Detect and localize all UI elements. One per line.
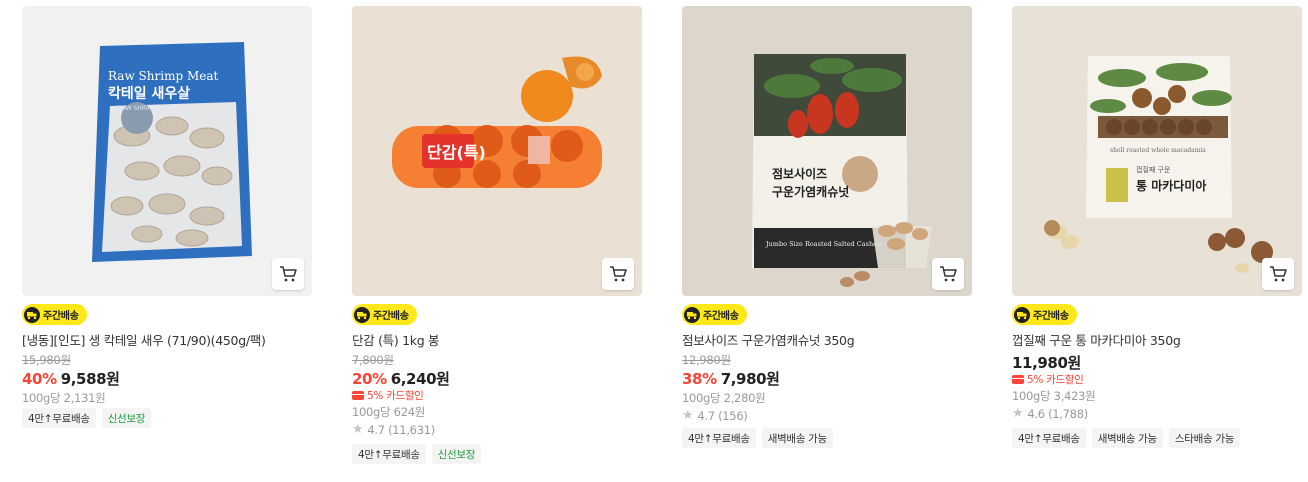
star-icon: ★ bbox=[352, 422, 364, 437]
tag-free-shipping: 4만↑무료배송 bbox=[1012, 428, 1086, 448]
discount-rate: 40% bbox=[22, 370, 57, 388]
truck-icon bbox=[1014, 306, 1030, 323]
product-image[interactable]: 점보사이즈 구운가염캐슈넛 Jumbo Size Roasted Salted … bbox=[682, 6, 972, 296]
badge-label: 주간배송 bbox=[373, 311, 409, 322]
svg-text:RAW SHRIMP 100%: RAW SHRIMP 100% bbox=[118, 105, 176, 112]
tag-list: 4만↑무료배송 신선보장 bbox=[352, 444, 482, 464]
card-discount-label: 5% 카드할인 bbox=[1027, 374, 1084, 386]
product-card-macadamia[interactable]: shell roasted whole macadamia 껍질째 구운 통 마… bbox=[1012, 6, 1302, 448]
rating-value: 4.7 (156) bbox=[697, 408, 748, 423]
weekly-delivery-badge: 주간배송 bbox=[352, 304, 417, 325]
original-price: 15,980원 bbox=[22, 353, 71, 367]
discount-rate: 20% bbox=[352, 370, 387, 388]
product-image[interactable]: 단감(특) bbox=[352, 6, 642, 296]
card-icon bbox=[1012, 375, 1024, 384]
product-card-cashew[interactable]: 점보사이즈 구운가염캐슈넛 Jumbo Size Roasted Salted … bbox=[682, 6, 972, 448]
cart-icon bbox=[610, 266, 627, 282]
price-row: 40% 9,588원 bbox=[22, 368, 120, 389]
macadamia-package-image: shell roasted whole macadamia 껍질째 구운 통 마… bbox=[1012, 6, 1302, 296]
shrimp-package-image: Raw Shrimp Meat 칵테일 새우살 RAW SHRIMP 100% bbox=[22, 6, 312, 296]
badge-label: 주간배송 bbox=[43, 311, 79, 322]
tag-list: 4만↑무료배송 새벽배송 가능 스타배송 가능 bbox=[1012, 428, 1241, 448]
svg-text:Jumbo Size Roasted Salted Cash: Jumbo Size Roasted Salted Cashew bbox=[765, 240, 883, 248]
tag-dawn-delivery: 새벽배송 가능 bbox=[1091, 428, 1163, 448]
add-to-cart-button[interactable] bbox=[272, 258, 304, 290]
weekly-delivery-badge: 주간배송 bbox=[1012, 304, 1077, 325]
svg-text:단감(특): 단감(특) bbox=[427, 143, 486, 162]
svg-text:통 마카다미아: 통 마카다미아 bbox=[1136, 178, 1206, 193]
badge-label: 주간배송 bbox=[703, 311, 739, 322]
product-name[interactable]: 단감 (특) 1kg 봉 bbox=[352, 330, 440, 349]
product-card-persimmon[interactable]: 단감(특) 주간배송 단감 (특) 1kg 봉 7,800원 20% 6,240원… bbox=[352, 6, 642, 464]
sale-price: 6,240원 bbox=[390, 370, 450, 388]
sale-price: 9,588원 bbox=[60, 370, 120, 388]
cart-icon bbox=[280, 266, 297, 282]
unit-price: 100g당 2,131원 bbox=[22, 391, 106, 405]
rating: ★ 4.7 (11,631) bbox=[352, 422, 435, 437]
star-icon: ★ bbox=[682, 408, 694, 423]
tag-star-delivery: 스타배송 가능 bbox=[1168, 428, 1241, 448]
rating: ★ 4.6 (1,788) bbox=[1012, 406, 1088, 421]
product-image[interactable]: shell roasted whole macadamia 껍질째 구운 통 마… bbox=[1012, 6, 1302, 296]
rating: ★ 4.7 (156) bbox=[682, 408, 748, 423]
card-icon bbox=[352, 391, 364, 400]
svg-text:점보사이즈: 점보사이즈 bbox=[772, 166, 827, 181]
cart-icon bbox=[940, 266, 957, 282]
weekly-delivery-badge: 주간배송 bbox=[22, 304, 87, 325]
original-price: 12,980원 bbox=[682, 353, 731, 367]
tag-fresh-guarantee: 신선보장 bbox=[101, 408, 152, 428]
tag-fresh-guarantee: 신선보장 bbox=[431, 444, 482, 464]
product-image[interactable]: Raw Shrimp Meat 칵테일 새우살 RAW SHRIMP 100% bbox=[22, 6, 312, 296]
add-to-cart-button[interactable] bbox=[932, 258, 964, 290]
card-discount: 5% 카드할인 bbox=[352, 388, 424, 403]
tag-free-shipping: 4만↑무료배송 bbox=[682, 428, 756, 448]
persimmon-image: 단감(특) bbox=[352, 6, 642, 296]
truck-icon bbox=[24, 306, 40, 323]
rating-value: 4.7 (11,631) bbox=[367, 422, 435, 437]
unit-price: 100g당 2,280원 bbox=[682, 391, 766, 405]
unit-price: 100g당 624원 bbox=[352, 405, 426, 419]
product-name[interactable]: 점보사이즈 구운가염캐슈넛 350g bbox=[682, 330, 855, 349]
product-name[interactable]: [냉동][인도] 생 칵테일 새우 (71/90)(450g/팩) bbox=[22, 330, 266, 349]
unit-price: 100g당 3,423원 bbox=[1012, 389, 1096, 403]
svg-text:shell roasted whole macadamia: shell roasted whole macadamia bbox=[1110, 147, 1206, 154]
add-to-cart-button[interactable] bbox=[1262, 258, 1294, 290]
product-name[interactable]: 껍질째 구운 통 마카다미아 350g bbox=[1012, 330, 1181, 349]
truck-icon bbox=[684, 306, 700, 323]
original-price: 7,800원 bbox=[352, 353, 394, 367]
card-discount-label: 5% 카드할인 bbox=[367, 390, 424, 402]
sale-price: 7,980원 bbox=[720, 370, 780, 388]
product-card-shrimp[interactable]: Raw Shrimp Meat 칵테일 새우살 RAW SHRIMP 100% … bbox=[22, 6, 312, 428]
svg-text:껍질째 구운: 껍질째 구운 bbox=[1136, 166, 1171, 174]
card-discount: 5% 카드할인 bbox=[1012, 372, 1084, 387]
cart-icon bbox=[1270, 266, 1287, 282]
weekly-delivery-badge: 주간배송 bbox=[682, 304, 747, 325]
tag-dawn-delivery: 새벽배송 가능 bbox=[761, 428, 833, 448]
svg-text:Raw Shrimp Meat: Raw Shrimp Meat bbox=[108, 69, 218, 83]
tag-list: 4만↑무료배송 새벽배송 가능 bbox=[682, 428, 833, 448]
tag-free-shipping: 4만↑무료배송 bbox=[352, 444, 426, 464]
discount-rate: 38% bbox=[682, 370, 717, 388]
tag-free-shipping: 4만↑무료배송 bbox=[22, 408, 96, 428]
svg-text:구운가염캐슈넛: 구운가염캐슈넛 bbox=[772, 184, 849, 199]
add-to-cart-button[interactable] bbox=[602, 258, 634, 290]
price-row: 20% 6,240원 bbox=[352, 368, 450, 389]
price-row: 38% 7,980원 bbox=[682, 368, 780, 389]
rating-value: 4.6 (1,788) bbox=[1027, 406, 1088, 421]
cashew-package-image: 점보사이즈 구운가염캐슈넛 Jumbo Size Roasted Salted … bbox=[682, 6, 972, 296]
badge-label: 주간배송 bbox=[1033, 311, 1069, 322]
star-icon: ★ bbox=[1012, 406, 1024, 421]
svg-text:칵테일 새우살: 칵테일 새우살 bbox=[108, 85, 190, 102]
sale-price: 11,980원 bbox=[1012, 354, 1081, 372]
price-row: 11,980원 bbox=[1012, 352, 1081, 373]
tag-list: 4만↑무료배송 신선보장 bbox=[22, 408, 152, 428]
truck-icon bbox=[354, 306, 370, 323]
